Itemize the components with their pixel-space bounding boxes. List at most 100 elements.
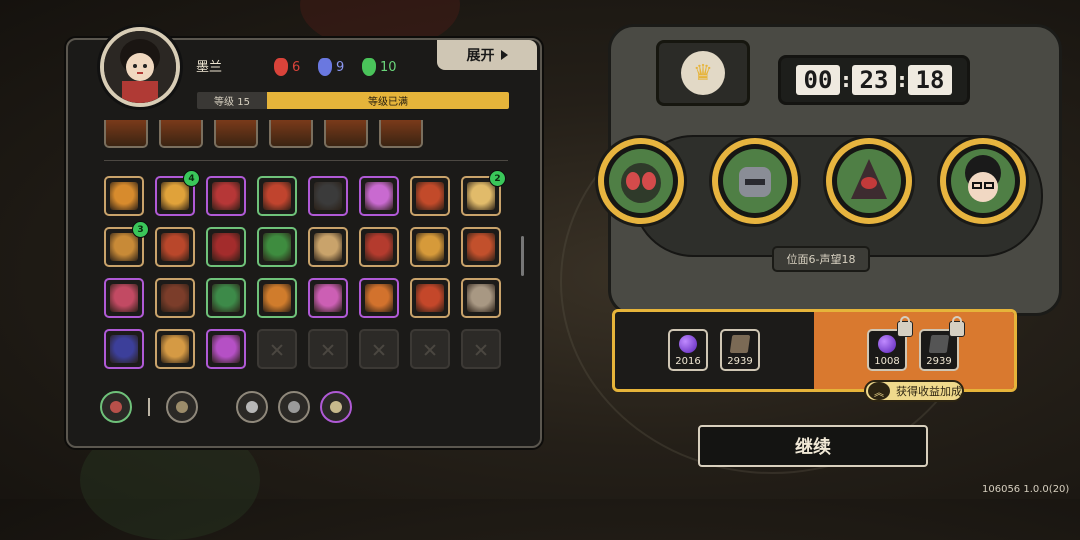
skill-icon [314, 284, 342, 312]
skill-slot[interactable] [308, 176, 348, 216]
skill-slot[interactable] [104, 176, 144, 216]
character-avatar[interactable] [100, 27, 180, 107]
locked-orb-value: 1008 [874, 356, 900, 367]
reward-book-value: 2939 [727, 356, 753, 367]
skill-icon [416, 182, 444, 210]
skill-slot[interactable] [410, 176, 450, 216]
reward-orb[interactable]: 2016 [668, 329, 708, 371]
skill-icon [416, 284, 444, 312]
empty-skill-slot[interactable] [410, 329, 450, 369]
skill-slot-partial[interactable] [159, 120, 203, 148]
skill-slot[interactable] [410, 227, 450, 267]
moth-portrait-icon [609, 149, 673, 213]
skill-slot[interactable] [257, 176, 297, 216]
skill-slot[interactable] [308, 227, 348, 267]
relic-separator [148, 398, 150, 416]
relic-icon [176, 401, 188, 413]
purple-orb-icon [878, 335, 896, 353]
skill-slot[interactable] [257, 227, 297, 267]
skill-slot[interactable] [359, 176, 399, 216]
skill-row-partial [104, 120, 423, 148]
empty-skill-slot[interactable] [257, 329, 297, 369]
relic-slot-4[interactable] [278, 391, 310, 423]
skill-icon [365, 284, 393, 312]
bonus-income-button[interactable]: ︽ 获得收益加成 [864, 380, 964, 402]
bonus-label: 获得收益加成 [896, 385, 962, 398]
green-mask-icon [362, 58, 376, 76]
skill-slot[interactable] [206, 176, 246, 216]
skill-slot[interactable] [410, 278, 450, 318]
locked-book-value: 2939 [926, 356, 952, 367]
reward-book[interactable]: 2939 [720, 329, 760, 371]
skill-icon [416, 233, 444, 261]
skill-icon [212, 233, 240, 261]
locked-reward-area [814, 312, 1014, 389]
empty-skill-slot[interactable] [461, 329, 501, 369]
skill-icon [110, 233, 138, 261]
blue-mask-icon [318, 58, 332, 76]
skill-slot[interactable]: 2 [461, 170, 506, 216]
skill-slot[interactable] [308, 278, 348, 318]
relic-slot-2[interactable] [166, 391, 198, 423]
skill-slot[interactable] [257, 278, 297, 318]
skill-icon [212, 284, 240, 312]
skill-slot[interactable] [206, 227, 246, 267]
skill-slot[interactable] [359, 278, 399, 318]
party-slot-2[interactable] [712, 138, 798, 224]
empty-skill-slot[interactable] [359, 329, 399, 369]
skill-icon [365, 233, 393, 261]
empty-skill-slot[interactable] [308, 329, 348, 369]
blue-mask-value: 9 [336, 59, 345, 75]
skill-slot[interactable] [155, 278, 195, 318]
boss-emblem[interactable]: ♛ [656, 40, 750, 106]
reward-orb-value: 2016 [675, 356, 701, 367]
skill-slot[interactable] [206, 329, 246, 369]
relic-slot-1[interactable] [100, 391, 132, 423]
skill-icon [467, 182, 495, 210]
skill-slot[interactable]: 4 [155, 170, 200, 216]
locked-reward-book[interactable]: 2939 [919, 316, 965, 371]
skill-slot-partial[interactable] [324, 120, 368, 148]
character-portrait-icon [104, 31, 176, 103]
relic-icon [110, 401, 122, 413]
continue-button[interactable]: 继续 [698, 425, 928, 467]
timer-seconds: 18 [908, 65, 952, 95]
skill-slot[interactable] [461, 227, 501, 267]
scrollbar[interactable] [521, 236, 524, 276]
skill-slot-partial[interactable] [269, 120, 313, 148]
crown-icon: ♛ [681, 51, 725, 95]
skill-icon [161, 284, 189, 312]
skill-slot[interactable] [104, 329, 144, 369]
skill-slot-partial[interactable] [379, 120, 423, 148]
skill-slot[interactable] [359, 227, 399, 267]
skill-icon [110, 182, 138, 210]
skill-slot[interactable] [155, 329, 195, 369]
red-mask-value: 6 [292, 59, 301, 75]
skill-slot[interactable] [206, 278, 246, 318]
relic-icon [246, 401, 258, 413]
party-slot-1[interactable] [598, 138, 684, 224]
expand-button[interactable]: 展开 [437, 40, 537, 70]
run-timer: 00 : 23 : 18 [778, 55, 970, 105]
skill-slot-partial[interactable] [104, 120, 148, 148]
locked-reward-orb[interactable]: 1008 [867, 316, 913, 371]
skill-icon [263, 284, 291, 312]
skill-slot[interactable] [104, 278, 144, 318]
green-mask-counter: 10 [362, 58, 397, 76]
skill-slot-partial[interactable] [214, 120, 258, 148]
party-slot-4[interactable] [940, 138, 1026, 224]
party-slot-3[interactable] [826, 138, 912, 224]
skill-icon [314, 233, 342, 261]
skill-grid: 4 2 3 [104, 170, 506, 369]
skill-slot[interactable] [155, 227, 195, 267]
character-name: 墨兰 [196, 60, 223, 75]
skill-slot[interactable]: 3 [104, 221, 149, 267]
skill-level-badge: 3 [132, 221, 149, 238]
relic-slot-5[interactable] [320, 391, 352, 423]
red-mask-counter: 6 [274, 58, 300, 76]
relic-slot-3[interactable] [236, 391, 268, 423]
timer-colon: : [842, 68, 850, 92]
level-bar: 等级 15 等级已满 [197, 92, 509, 109]
skill-slot[interactable] [461, 278, 501, 318]
red-mask-icon [274, 58, 288, 76]
